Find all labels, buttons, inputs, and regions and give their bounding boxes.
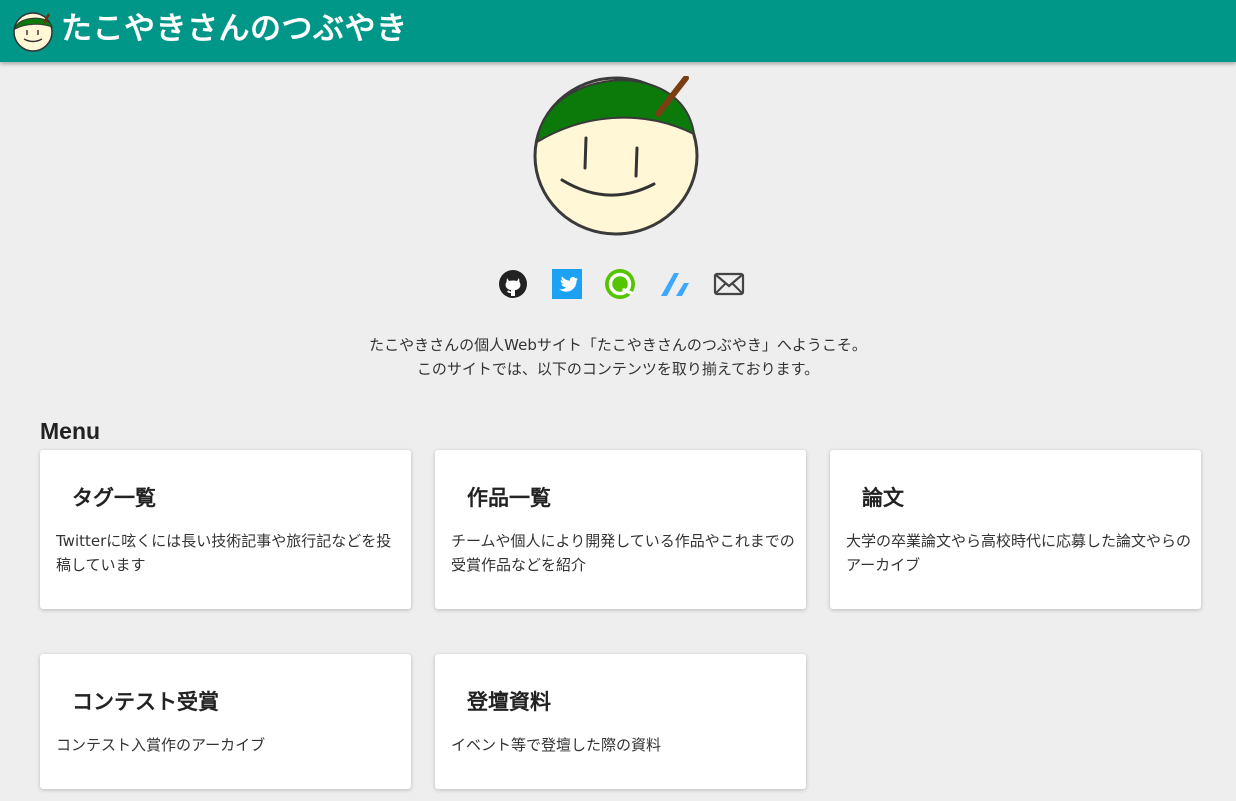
intro-text: たこやきさんの個人Webサイト「たこやきさんのつぶやき」へようこそ。 このサイト…	[300, 333, 936, 381]
card-description: Twitterに呟くには長い技術記事や旅行記などを投稿しています	[56, 532, 392, 574]
menu-card-tags[interactable]: タグ一覧 Twitterに呟くには長い技術記事や旅行記などを投稿しています	[40, 450, 411, 609]
card-title: コンテスト受賞	[72, 690, 219, 714]
card-title: 登壇資料	[467, 690, 551, 714]
mail-link[interactable]	[713, 268, 745, 300]
card-description: コンテスト入賞作のアーカイブ	[56, 736, 266, 754]
qiita-link[interactable]	[604, 268, 636, 300]
site-title[interactable]: たこやきさんのつぶやき	[61, 9, 408, 49]
zenn-link[interactable]	[659, 268, 691, 300]
twitter-icon	[552, 269, 582, 299]
qiita-icon	[605, 269, 635, 299]
takoyaki-face-icon[interactable]	[12, 10, 54, 52]
app-header: たこやきさんのつぶやき	[0, 0, 1236, 62]
menu-card-talks[interactable]: 登壇資料 イベント等で登壇した際の資料	[435, 654, 806, 789]
intro-line-2: このサイトでは、以下のコンテンツを取り揃えております。	[416, 360, 820, 378]
mail-icon	[713, 272, 745, 296]
intro-line-1: たこやきさんの個人Webサイト「たこやきさんのつぶやき」へようこそ。	[369, 336, 867, 354]
menu-heading: Menu	[40, 418, 101, 444]
github-icon	[499, 270, 527, 298]
card-title: 論文	[862, 486, 904, 510]
github-link[interactable]	[497, 268, 529, 300]
card-description: チームや個人により開発している作品やこれまでの受賞作品などを紹介	[451, 532, 795, 574]
takoyaki-avatar-icon	[533, 76, 699, 236]
menu-card-works[interactable]: 作品一覧 チームや個人により開発している作品やこれまでの受賞作品などを紹介	[435, 450, 806, 609]
zenn-icon	[661, 273, 689, 296]
card-title: タグ一覧	[72, 486, 156, 510]
menu-card-papers[interactable]: 論文 大学の卒業論文やら高校時代に応募した論文やらのアーカイブ	[830, 450, 1201, 609]
twitter-link[interactable]	[551, 268, 583, 300]
card-title: 作品一覧	[467, 486, 551, 510]
card-description: イベント等で登壇した際の資料	[451, 736, 662, 754]
menu-card-contests[interactable]: コンテスト受賞 コンテスト入賞作のアーカイブ	[40, 654, 411, 789]
card-description: 大学の卒業論文やら高校時代に応募した論文やらのアーカイブ	[846, 532, 1192, 574]
